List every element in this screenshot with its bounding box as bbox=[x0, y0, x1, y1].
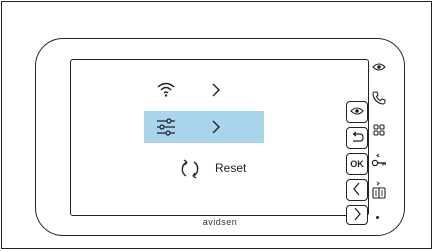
side-gate-button[interactable] bbox=[370, 181, 388, 204]
view-button[interactable] bbox=[346, 101, 368, 123]
reset-icon bbox=[179, 158, 201, 185]
phone-icon bbox=[372, 90, 386, 110]
side-view-button[interactable] bbox=[370, 59, 388, 77]
page-frame: Reset OK avidsen bbox=[1, 1, 432, 249]
ok-button[interactable]: OK bbox=[346, 153, 368, 175]
left-arrow-icon bbox=[352, 182, 362, 198]
menu-item-wifi[interactable] bbox=[156, 74, 266, 106]
display-screen: Reset OK bbox=[70, 59, 369, 225]
left-button[interactable] bbox=[346, 179, 368, 201]
side-call-button[interactable] bbox=[370, 90, 388, 110]
brand-logo: avidsen bbox=[202, 217, 238, 227]
back-button[interactable] bbox=[346, 127, 368, 149]
chevron-right-icon bbox=[211, 82, 221, 103]
status-led bbox=[376, 216, 379, 219]
ok-label: OK bbox=[350, 159, 364, 169]
settings-sliders-icon bbox=[156, 118, 176, 141]
chevron-right-icon bbox=[211, 119, 221, 140]
grid-icon bbox=[373, 123, 385, 141]
side-lock-button[interactable] bbox=[370, 153, 388, 174]
wifi-icon bbox=[156, 80, 176, 103]
menu-item-settings[interactable] bbox=[144, 111, 264, 143]
gate-next-icon bbox=[371, 181, 387, 204]
menu-item-reset[interactable]: Reset bbox=[156, 153, 266, 185]
reset-label: Reset bbox=[215, 161, 247, 175]
back-icon bbox=[350, 131, 364, 145]
eye-icon bbox=[350, 106, 364, 118]
intercom-monitor: Reset OK avidsen bbox=[35, 38, 405, 236]
key-previous-icon bbox=[371, 153, 387, 174]
side-menu-button[interactable] bbox=[370, 123, 388, 141]
eye-icon bbox=[372, 59, 386, 77]
